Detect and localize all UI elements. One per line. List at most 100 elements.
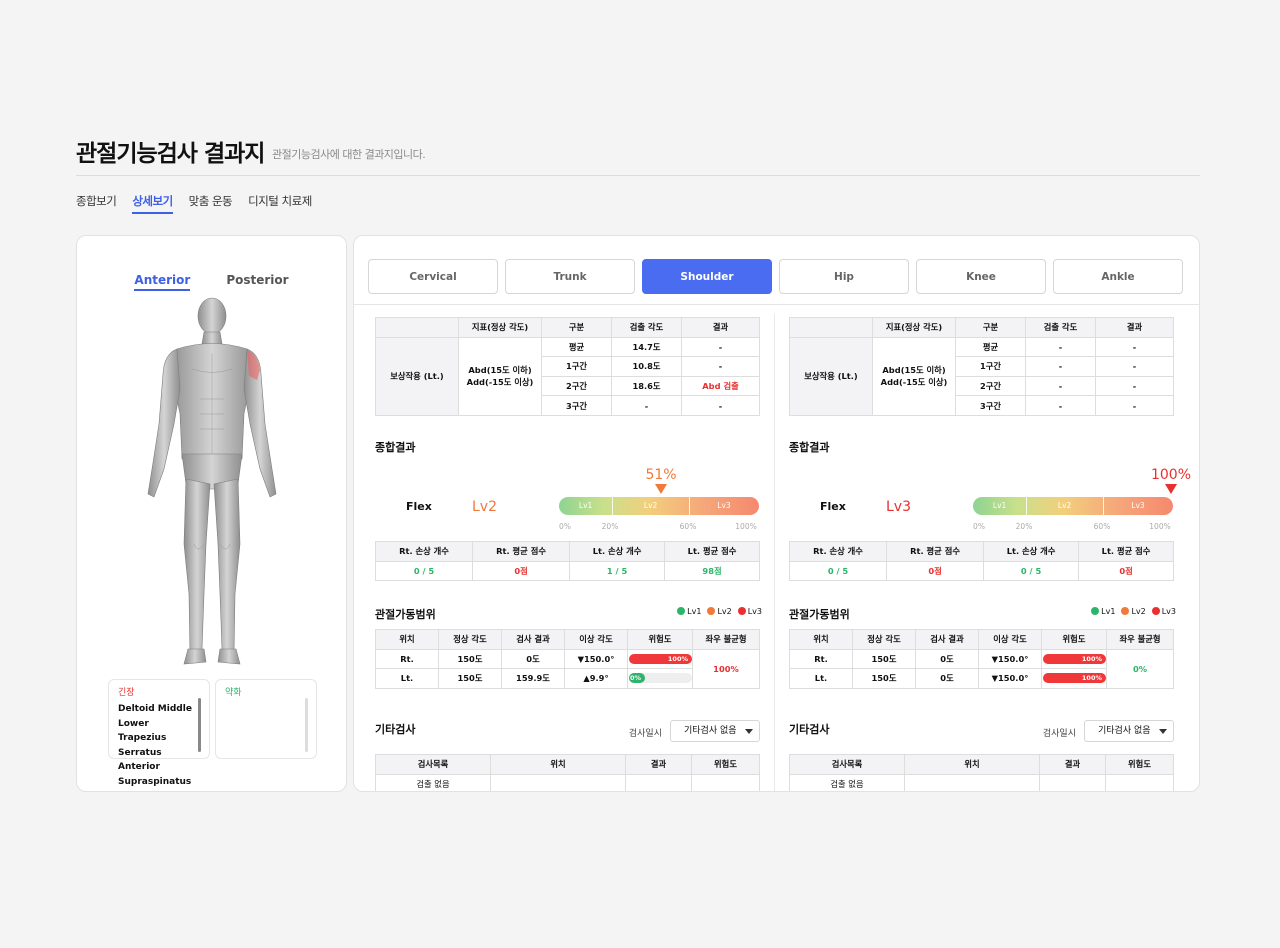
table-header-cell: 검사 결과 bbox=[915, 629, 979, 650]
rom-table: 위치 정상 각도 검사 결과 이상 각도 위험도 좌우 불균형 Rt. 150도… bbox=[789, 629, 1174, 689]
rom-title: 관절가동범위 bbox=[789, 608, 850, 621]
caret-down-icon bbox=[1159, 729, 1167, 734]
other-test-header: 검사일시 기타검사 없음 bbox=[789, 720, 1174, 744]
table-header-cell: 결과 bbox=[681, 317, 760, 338]
gauge-tick: 100% bbox=[1149, 522, 1171, 531]
score-cell: 0점 bbox=[886, 560, 985, 582]
legend-item: Lv1 bbox=[677, 607, 701, 616]
index-line: Add(-15도 이상) bbox=[880, 377, 948, 388]
score-cell: 0 / 5 bbox=[788, 560, 888, 582]
flex-gauge-bar: Lv1 Lv2 Lv3 bbox=[973, 497, 1173, 515]
pos-cell: Rt. bbox=[375, 648, 439, 670]
gauge-divider bbox=[689, 497, 690, 515]
gauge-divider bbox=[1026, 497, 1028, 515]
muscle-item: Supraspinatus bbox=[118, 776, 192, 787]
abnormal-cell: ▲9.9° bbox=[564, 668, 628, 689]
table-header-cell: 위험도 bbox=[1105, 754, 1174, 775]
abnormal-cell: ▼150.0° bbox=[978, 648, 1042, 670]
right-side-column: 지표(정상 각도) 구분 검출 각도 결과 보상작용 (Lt.) Abd(15도… bbox=[788, 317, 1191, 791]
view-tabs: 종합보기 상세보기 맞춤 운동 디지털 치료제 bbox=[76, 193, 312, 214]
anterior-tab[interactable]: Anterior bbox=[134, 273, 191, 291]
legend-dot bbox=[677, 607, 686, 615]
index-cell: Abd(15도 이하) Add(-15도 이상) bbox=[872, 336, 956, 416]
joint-tab-hip[interactable]: Hip bbox=[779, 259, 909, 294]
table-header-cell: Lt. 손상 개수 bbox=[983, 541, 1080, 562]
posterior-tab[interactable]: Posterior bbox=[226, 273, 288, 291]
cat-cell: 3구간 bbox=[541, 395, 612, 416]
tab-summary[interactable]: 종합보기 bbox=[76, 193, 117, 214]
table-header-cell: Rt. 평균 점수 bbox=[472, 541, 571, 562]
joint-tab-cervical[interactable]: Cervical bbox=[368, 259, 498, 294]
table-cell bbox=[691, 773, 760, 791]
risk-bar: 100% bbox=[1043, 673, 1106, 684]
result-cell: - bbox=[1095, 356, 1174, 377]
tension-scrollbar[interactable] bbox=[198, 698, 201, 752]
legend-item: Lv2 bbox=[707, 607, 732, 616]
normal-cell: 150도 bbox=[438, 648, 502, 670]
table-header-cell: Rt. 평균 점수 bbox=[886, 541, 985, 562]
joint-tab-shoulder[interactable]: Shoulder bbox=[642, 259, 772, 294]
table-header-cell: 정상 각도 bbox=[852, 629, 916, 650]
table-header-cell: 지표(정상 각도) bbox=[872, 317, 956, 338]
compensation-table: 지표(정상 각도) 구분 검출 각도 결과 보상작용 (Lt.) Abd(15도… bbox=[375, 317, 760, 416]
body-figure[interactable] bbox=[132, 294, 292, 669]
risk-cell: 100% bbox=[1041, 648, 1107, 670]
page-title: 관절기능검사 결과지 bbox=[76, 141, 265, 167]
date-select[interactable]: 기타검사 없음 bbox=[1084, 720, 1174, 742]
gauge-tick: 0% bbox=[973, 522, 985, 531]
result-cell: - bbox=[681, 336, 760, 358]
normal-cell: 150도 bbox=[852, 648, 916, 670]
gauge-percent: 100% bbox=[1150, 467, 1192, 483]
angle-cell: - bbox=[1025, 375, 1096, 397]
joint-tab-ankle[interactable]: Ankle bbox=[1053, 259, 1183, 294]
date-select-value: 기타검사 없음 bbox=[1098, 726, 1151, 736]
table-cell bbox=[1105, 773, 1174, 791]
angle-cell: - bbox=[611, 395, 682, 416]
tab-exercise[interactable]: 맞춤 운동 bbox=[189, 193, 233, 214]
flex-level: Lv2 bbox=[472, 499, 497, 515]
summary-title: 종합결과 bbox=[375, 441, 416, 454]
table-header-cell: 구분 bbox=[955, 317, 1026, 338]
weakness-muscle-list: 약화 bbox=[215, 679, 317, 759]
column-divider bbox=[774, 314, 775, 791]
compensation-table: 지표(정상 각도) 구분 검출 각도 결과 보상작용 (Lt.) Abd(15도… bbox=[789, 317, 1174, 416]
gauge-segment-label: Lv2 bbox=[1057, 501, 1072, 510]
table-header-cell: Lt. 평균 점수 bbox=[664, 541, 760, 562]
table-header-cell: 위험도 bbox=[691, 754, 760, 775]
table-header-cell: 위치 bbox=[904, 754, 1040, 775]
index-line: Add(-15도 이상) bbox=[466, 377, 534, 388]
table-header-cell: 결과 bbox=[625, 754, 692, 775]
cat-cell: 3구간 bbox=[955, 395, 1026, 416]
joint-tab-knee[interactable]: Knee bbox=[916, 259, 1046, 294]
other-test-header: 검사일시 기타검사 없음 bbox=[375, 720, 760, 744]
pos-cell: Lt. bbox=[789, 668, 853, 689]
result-cell: 159.9도 bbox=[501, 668, 565, 689]
pos-cell: Lt. bbox=[375, 668, 439, 689]
cat-cell: 1구간 bbox=[955, 356, 1026, 377]
flex-label: Flex bbox=[406, 500, 432, 513]
joint-tab-trunk[interactable]: Trunk bbox=[505, 259, 635, 294]
legend-item: Lv2 bbox=[1121, 607, 1146, 616]
compensation-row-label: 보상작용 (Lt.) bbox=[375, 336, 459, 416]
score-cell: 0점 bbox=[472, 560, 571, 582]
weakness-scrollbar[interactable] bbox=[305, 698, 308, 752]
gauge-tick: 100% bbox=[735, 522, 757, 531]
date-select[interactable]: 기타검사 없음 bbox=[670, 720, 760, 742]
date-select-value: 기타검사 없음 bbox=[684, 726, 737, 736]
body-map-panel: Anterior Posterior 긴장 Deltoid Middle Low… bbox=[76, 235, 347, 792]
cat-cell: 2구간 bbox=[541, 375, 612, 397]
gauge-segment-label: Lv1 bbox=[578, 501, 593, 510]
index-cell: Abd(15도 이하) Add(-15도 이상) bbox=[458, 336, 542, 416]
tab-digital-therapy[interactable]: 디지털 치료제 bbox=[248, 193, 312, 214]
result-cell: - bbox=[1095, 375, 1174, 397]
table-cell: 검출 없음 bbox=[789, 773, 905, 791]
table-header-cell: 위험도 bbox=[1041, 629, 1107, 650]
rom-table: 위치 정상 각도 검사 결과 이상 각도 위험도 좌우 불균형 Rt. 150도… bbox=[375, 629, 760, 689]
other-test-table: 검사목록 위치 결과 위험도 검출 없음 bbox=[375, 754, 760, 791]
flex-gauge-row: Flex Lv3 Lv1 Lv2 Lv3 0% 20% 60% 100% 100… bbox=[789, 467, 1191, 531]
table-header-cell bbox=[789, 317, 873, 338]
normal-cell: 150도 bbox=[852, 668, 916, 689]
table-header-cell: 검출 각도 bbox=[611, 317, 682, 338]
tab-detail[interactable]: 상세보기 bbox=[132, 193, 173, 214]
abnormal-cell: ▼150.0° bbox=[564, 648, 628, 670]
